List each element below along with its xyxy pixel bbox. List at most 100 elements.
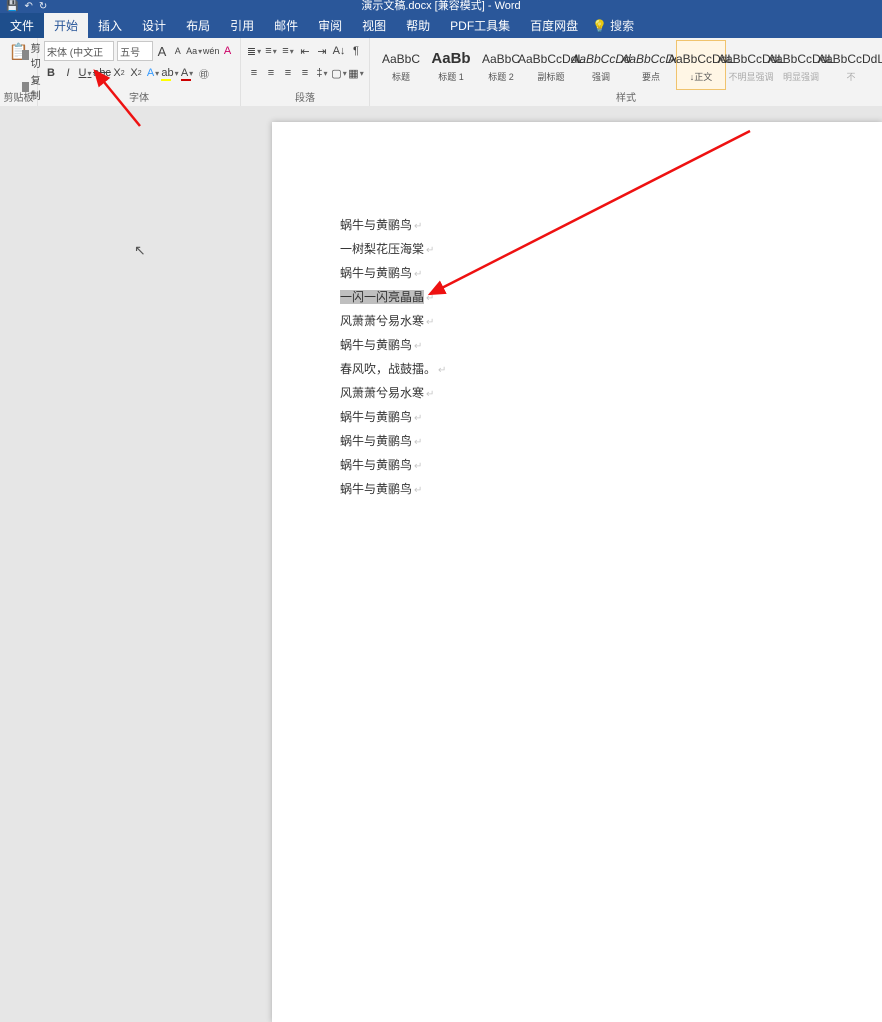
tab-insert[interactable]: 插入 — [88, 13, 132, 38]
sort-button[interactable]: A↓ — [332, 42, 346, 60]
change-case-button[interactable]: Aa▾ — [187, 42, 201, 60]
window-title: 演示文稿.docx [兼容模式] - Word — [361, 0, 520, 12]
clear-format-button[interactable]: A — [221, 42, 234, 60]
underline-button[interactable]: U▾ — [78, 64, 92, 82]
doc-line[interactable]: 蜗牛与黄鹂鸟 — [340, 454, 446, 478]
style-name: 强调 — [592, 70, 610, 83]
style-name: 不 — [846, 70, 855, 83]
bullets-button[interactable]: ≣▾ — [247, 42, 261, 60]
redo-icon[interactable]: ↻ — [39, 0, 47, 13]
tab-home[interactable]: 开始 — [44, 13, 88, 38]
title-bar: 💾 ↶ ↻ 演示文稿.docx [兼容模式] - Word — [0, 0, 882, 13]
numbering-button[interactable]: ≡▾ — [264, 42, 278, 60]
style-preview: AaBb — [431, 48, 470, 70]
style-item-1[interactable]: AaBb标题 1 — [426, 40, 476, 90]
italic-button[interactable]: I — [61, 64, 75, 82]
strikethrough-button[interactable]: abc — [95, 64, 109, 82]
align-center-button[interactable]: ≡ — [264, 64, 278, 82]
font-color-button[interactable]: A▾ — [180, 64, 194, 82]
font-family-combo[interactable]: 宋体 (中文正 — [44, 41, 114, 61]
show-marks-button[interactable]: ¶ — [349, 42, 363, 60]
style-name: 标题 1 — [438, 70, 464, 83]
superscript-button[interactable]: X2 — [129, 64, 143, 82]
doc-line[interactable]: 蜗牛与黄鹂鸟 — [340, 406, 446, 430]
quick-access-toolbar: 💾 ↶ ↻ — [6, 0, 47, 13]
tab-pdf[interactable]: PDF工具集 — [440, 13, 520, 38]
bold-button[interactable]: B — [44, 64, 58, 82]
styles-gallery[interactable]: AaBbC标题AaBb标题 1AaBbC标题 2AaBbCcDdL副标题AaBb… — [376, 40, 876, 90]
page[interactable]: 蜗牛与黄鹂鸟一树梨花压海棠蜗牛与黄鹂鸟一闪一闪亮晶晶风萧萧兮易水寒蜗牛与黄鹂鸟春… — [272, 122, 882, 1022]
borders-button[interactable]: ▦▾ — [349, 64, 363, 82]
group-font: 宋体 (中文正 五号 A A Aa▾ wén A B I U▾ abc X2 X… — [38, 38, 241, 106]
style-item-4[interactable]: AaBbCcDd强调 — [576, 40, 626, 90]
shrink-font-button[interactable]: A — [171, 42, 184, 60]
style-name: 副标题 — [537, 70, 564, 83]
doc-line[interactable]: 风萧萧兮易水寒 — [340, 382, 446, 406]
style-name: ↓正文 — [690, 70, 713, 83]
doc-line[interactable]: 一闪一闪亮晶晶 — [340, 286, 446, 310]
subscript-button[interactable]: X2 — [112, 64, 126, 82]
group-label-font: 字体 — [38, 89, 240, 104]
tab-help[interactable]: 帮助 — [396, 13, 440, 38]
shading-button[interactable]: ▢▾ — [332, 64, 346, 82]
font-size-combo[interactable]: 五号 — [117, 41, 152, 61]
align-left-button[interactable]: ≡ — [247, 64, 261, 82]
ribbon: 📋 剪切 复制 格式刷 剪贴板 宋体 (中文正 五号 A A Aa▾ wén A… — [0, 38, 882, 107]
search-label: 搜索 — [610, 17, 634, 34]
selected-text[interactable]: 一闪一闪亮晶晶 — [340, 290, 424, 304]
group-clipboard: 📋 剪切 复制 格式刷 剪贴板 — [0, 38, 38, 106]
group-label-paragraph: 段落 — [241, 89, 369, 104]
decrease-indent-button[interactable]: ⇤ — [298, 42, 312, 60]
group-styles: AaBbC标题AaBb标题 1AaBbC标题 2AaBbCcDdL副标题AaBb… — [370, 38, 882, 106]
align-right-button[interactable]: ≡ — [281, 64, 295, 82]
increase-indent-button[interactable]: ⇥ — [315, 42, 329, 60]
style-name: 要点 — [642, 70, 660, 83]
tab-review[interactable]: 审阅 — [308, 13, 352, 38]
doc-line[interactable]: 蜗牛与黄鹂鸟 — [340, 334, 446, 358]
tab-file[interactable]: 文件 — [0, 13, 44, 38]
style-name: 不明显强调 — [728, 70, 773, 83]
tab-mailings[interactable]: 邮件 — [264, 13, 308, 38]
style-item-3[interactable]: AaBbCcDdL副标题 — [526, 40, 576, 90]
group-paragraph: ≣▾ ≡▾ ≡▾ ⇤ ⇥ A↓ ¶ ≡ ≡ ≡ ≡ ‡▾ ▢▾ ▦▾ 段落 — [241, 38, 370, 106]
document-area: 蜗牛与黄鹂鸟一树梨花压海棠蜗牛与黄鹂鸟一闪一闪亮晶晶风萧萧兮易水寒蜗牛与黄鹂鸟春… — [0, 106, 882, 519]
tab-design[interactable]: 设计 — [132, 13, 176, 38]
style-name: 明显强调 — [783, 70, 819, 83]
save-icon[interactable]: 💾 — [6, 0, 18, 13]
scissors-icon — [22, 50, 29, 60]
justify-button[interactable]: ≡ — [298, 64, 312, 82]
tab-layout[interactable]: 布局 — [176, 13, 220, 38]
tab-baidu[interactable]: 百度网盘 — [520, 13, 588, 38]
group-label-styles: 样式 — [370, 89, 882, 104]
tab-references[interactable]: 引用 — [220, 13, 264, 38]
search-icon: 💡 — [592, 19, 607, 33]
doc-line[interactable]: 蜗牛与黄鹂鸟 — [340, 262, 446, 286]
style-item-0[interactable]: AaBbC标题 — [376, 40, 426, 90]
tell-me-search[interactable]: 💡 搜索 — [592, 13, 634, 38]
enclose-char-button[interactable]: ㊞ — [197, 64, 211, 82]
doc-line[interactable]: 春风吹，战鼓擂。 — [340, 358, 446, 382]
style-name: 标题 2 — [488, 70, 514, 83]
highlight-button[interactable]: ab▾ — [163, 64, 177, 82]
cursor-icon: ↖ — [134, 242, 146, 259]
multilevel-button[interactable]: ≡▾ — [281, 42, 295, 60]
doc-line[interactable]: 蜗牛与黄鹂鸟 — [340, 430, 446, 454]
style-name: 标题 — [392, 70, 410, 83]
doc-line[interactable]: 蜗牛与黄鹂鸟 — [340, 214, 446, 238]
phonetic-guide-button[interactable]: wén — [204, 42, 218, 60]
text-effects-button[interactable]: A▾ — [146, 64, 160, 82]
doc-line[interactable]: 蜗牛与黄鹂鸟 — [340, 478, 446, 502]
ribbon-tabs: 文件 开始 插入 设计 布局 引用 邮件 审阅 视图 帮助 PDF工具集 百度网… — [0, 13, 882, 38]
style-preview: AaBbCcDdL — [818, 48, 882, 70]
style-preview: AaBbC — [382, 48, 420, 70]
document-content[interactable]: 蜗牛与黄鹂鸟一树梨花压海棠蜗牛与黄鹂鸟一闪一闪亮晶晶风萧萧兮易水寒蜗牛与黄鹂鸟春… — [340, 214, 446, 502]
doc-line[interactable]: 风萧萧兮易水寒 — [340, 310, 446, 334]
doc-line[interactable]: 一树梨花压海棠 — [340, 238, 446, 262]
line-spacing-button[interactable]: ‡▾ — [315, 64, 329, 82]
tab-view[interactable]: 视图 — [352, 13, 396, 38]
undo-icon[interactable]: ↶ — [24, 0, 32, 13]
group-label-clipboard: 剪贴板 — [0, 89, 37, 104]
grow-font-button[interactable]: A — [156, 42, 169, 60]
style-item-9[interactable]: AaBbCcDdL不 — [826, 40, 876, 90]
style-preview: AaBbC — [482, 48, 520, 70]
